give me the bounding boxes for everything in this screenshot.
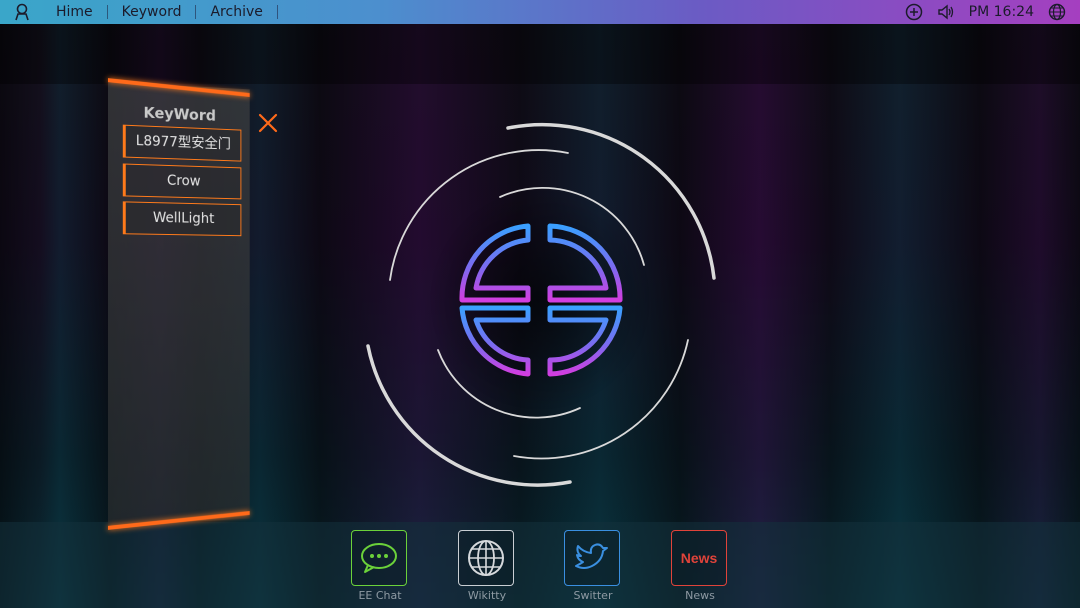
keyword-panel-title: KeyWord bbox=[143, 103, 216, 125]
app-root: Hime Keyword Archive PM 16:24 KeyWord L8… bbox=[0, 0, 1080, 608]
keyword-panel: KeyWord L8977型安全门 Crow WellLight bbox=[108, 78, 250, 530]
dock-label: News bbox=[685, 589, 715, 602]
bird-icon bbox=[575, 543, 608, 569]
dock-label: Wikitty bbox=[467, 589, 507, 602]
background-top-band bbox=[0, 24, 1080, 84]
top-bar-status: PM 16:24 bbox=[905, 3, 1066, 21]
keyword-item[interactable]: L8977型安全门 bbox=[122, 124, 242, 162]
globe-icon[interactable] bbox=[1048, 3, 1066, 21]
volume-icon[interactable] bbox=[937, 3, 955, 21]
globe-icon bbox=[468, 540, 504, 576]
menu-archive[interactable]: Archive bbox=[196, 0, 276, 24]
profile-icon[interactable] bbox=[14, 3, 30, 21]
dock-item-news[interactable]: News News bbox=[671, 530, 729, 602]
menu-divider bbox=[276, 5, 278, 19]
news-icon: News bbox=[680, 550, 718, 566]
chat-icon bbox=[361, 543, 397, 573]
dock-item-ee-chat[interactable]: EE Chat bbox=[351, 530, 409, 602]
menu-hime[interactable]: Hime bbox=[42, 0, 107, 24]
wikitty-button[interactable] bbox=[458, 530, 514, 586]
dock-background bbox=[0, 522, 1080, 608]
emblem-logo bbox=[366, 122, 716, 487]
dock-label: EE Chat bbox=[358, 589, 402, 602]
keyword-item[interactable]: WellLight bbox=[122, 201, 242, 237]
dock-item-wikitty[interactable]: Wikitty bbox=[458, 530, 516, 602]
top-bar: Hime Keyword Archive PM 16:24 bbox=[0, 0, 1080, 24]
clock: PM 16:24 bbox=[968, 4, 1034, 20]
news-button[interactable]: News bbox=[671, 530, 727, 586]
close-icon[interactable] bbox=[257, 112, 279, 134]
dock-label: Switter bbox=[573, 589, 613, 602]
top-menu: Hime Keyword Archive bbox=[42, 0, 278, 24]
dock-item-switter[interactable]: Switter bbox=[564, 530, 622, 602]
menu-keyword[interactable]: Keyword bbox=[108, 0, 196, 24]
plus-circle-icon[interactable] bbox=[905, 3, 923, 21]
ee-chat-button[interactable] bbox=[351, 530, 407, 586]
keyword-item[interactable]: Crow bbox=[122, 163, 242, 200]
switter-button[interactable] bbox=[564, 530, 620, 586]
